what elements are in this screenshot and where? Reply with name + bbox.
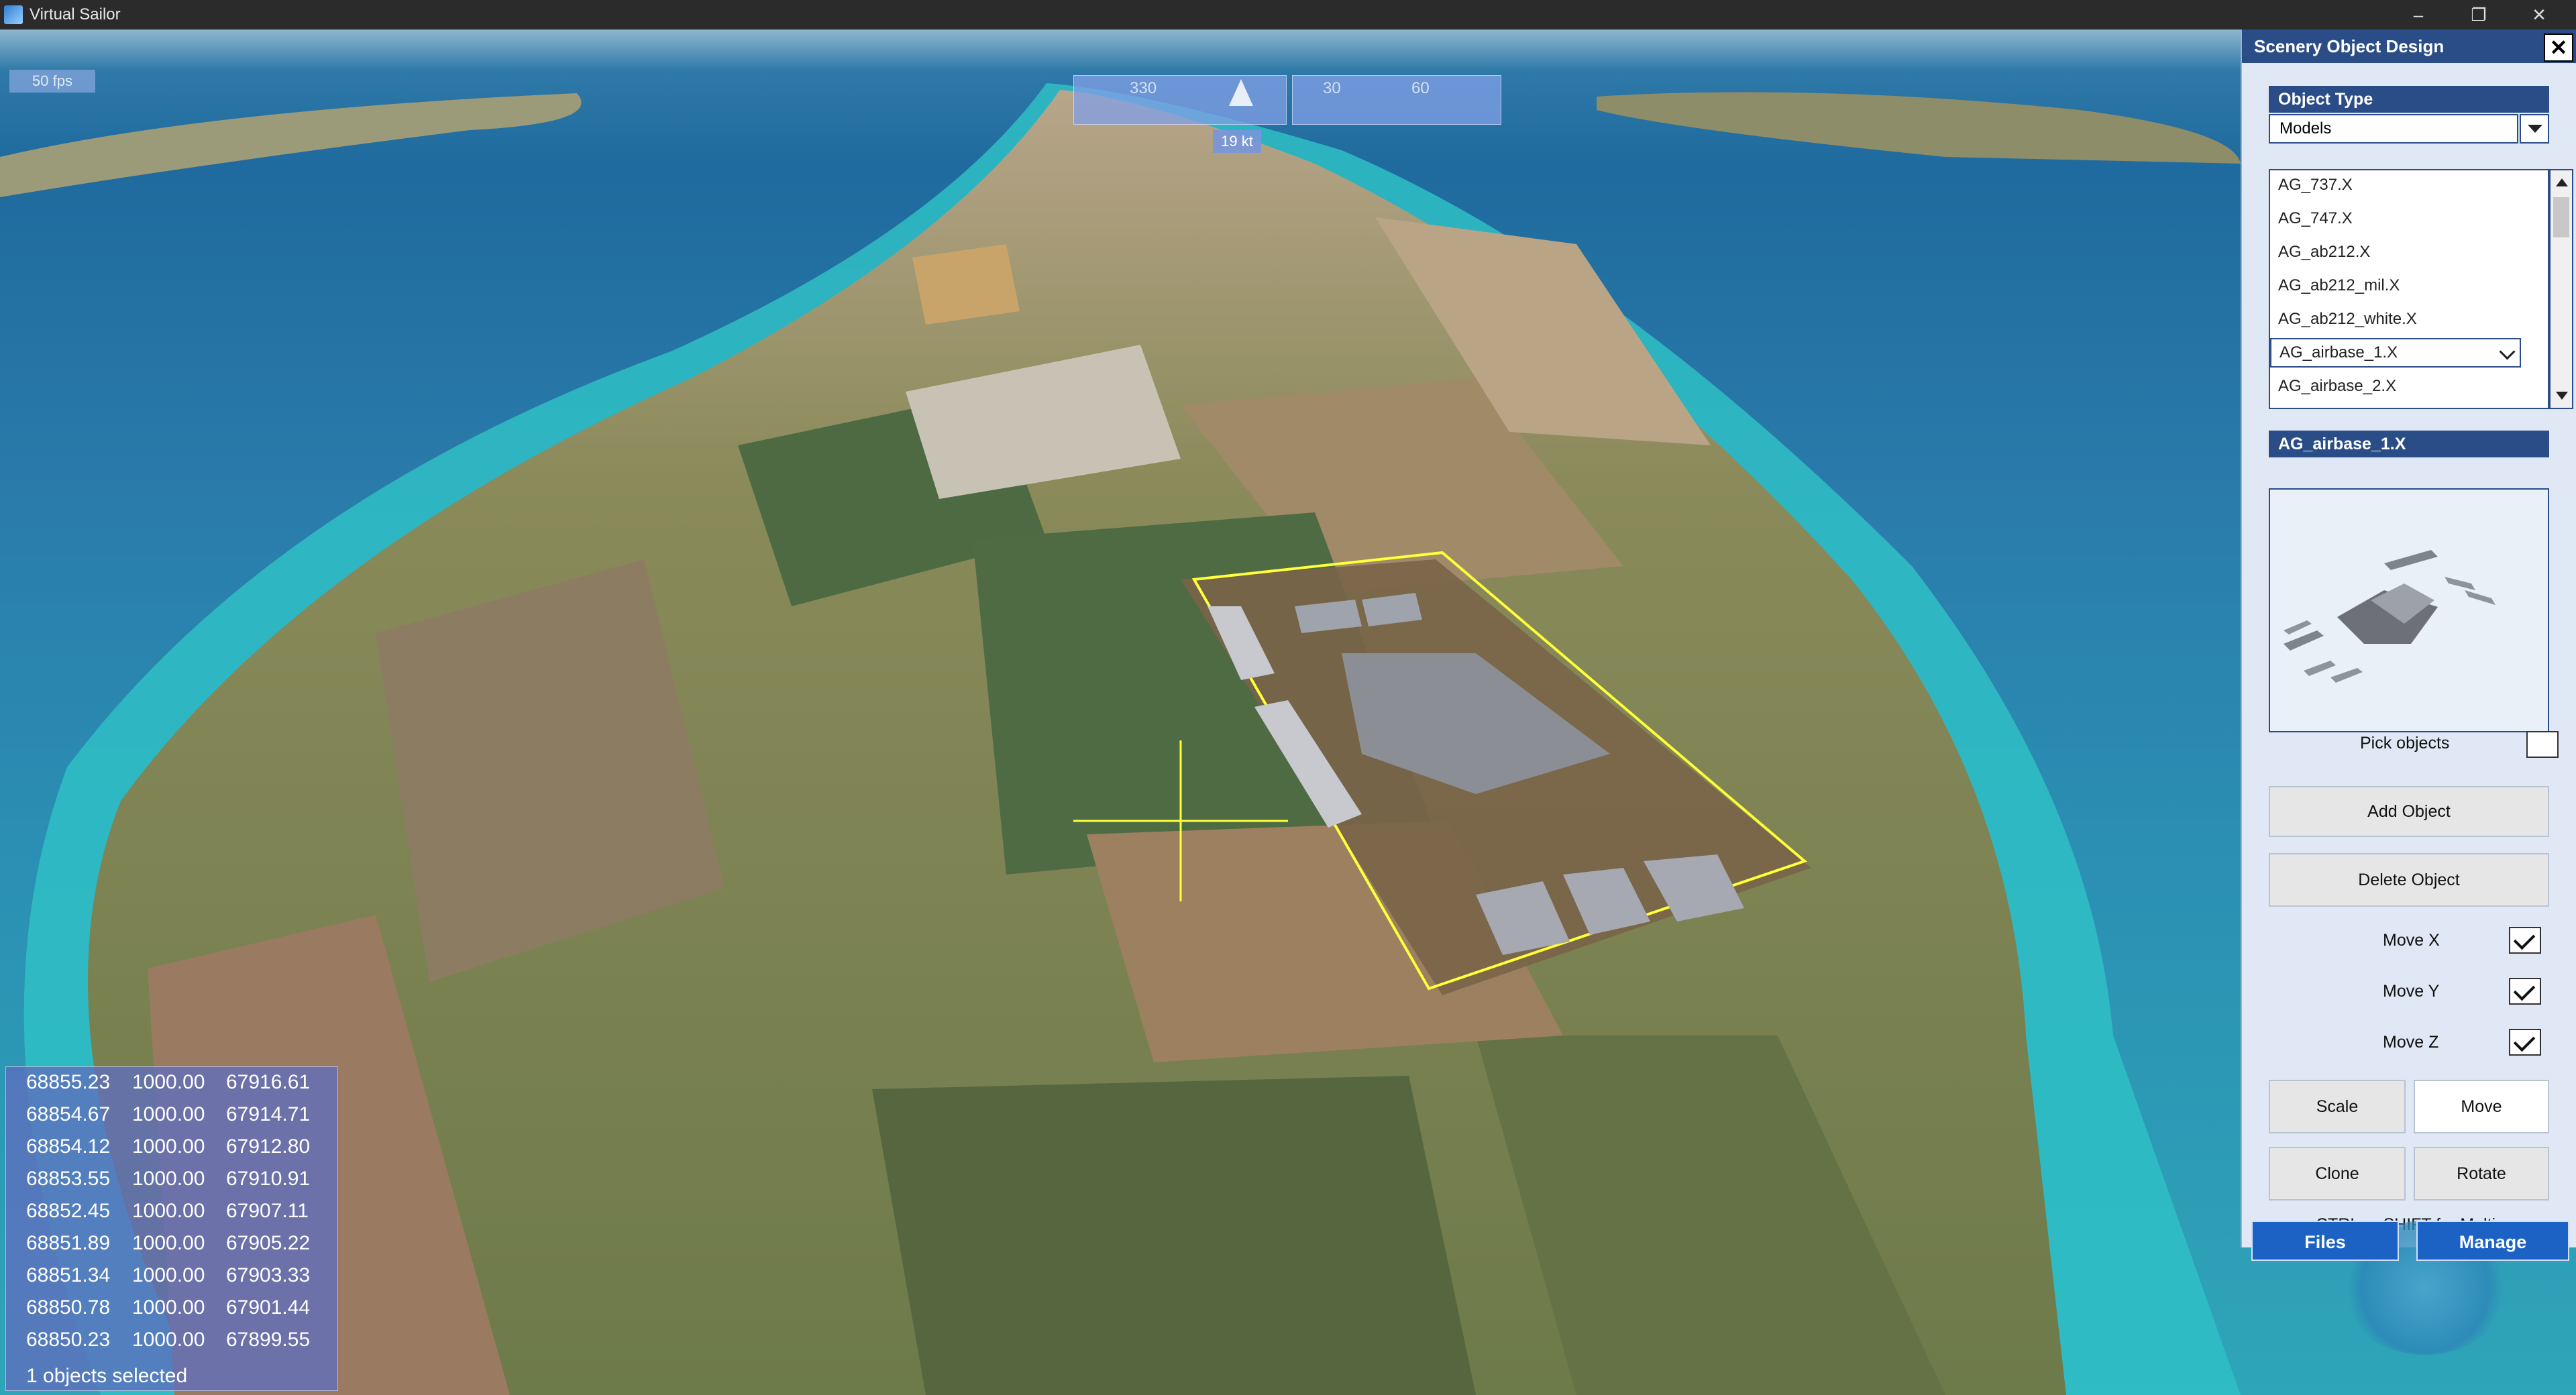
move-x-checkbox[interactable] bbox=[2509, 927, 2541, 954]
coords-row: 68851.89 1000.00 67905.22 bbox=[26, 1232, 311, 1254]
app-icon bbox=[4, 5, 23, 24]
delete-object-button[interactable]: Delete Object bbox=[2269, 853, 2549, 907]
move-z-checkbox[interactable] bbox=[2509, 1029, 2541, 1056]
heading-pointer-icon bbox=[1229, 79, 1253, 106]
scale-button[interactable]: Scale bbox=[2269, 1080, 2406, 1133]
panel-title: Scenery Object Design bbox=[2254, 36, 2445, 56]
list-item-selected[interactable]: AG_airbase_1.X bbox=[2270, 338, 2521, 368]
move-y-label: Move Y bbox=[2383, 982, 2440, 1001]
close-panel-button[interactable]: ✕ bbox=[2544, 34, 2573, 62]
chevron-down-icon bbox=[2499, 343, 2516, 360]
preview-heading: AG_airbase_1.X bbox=[2269, 431, 2549, 457]
heading-label: 60 bbox=[1411, 79, 1430, 97]
speed-indicator: 19 kt bbox=[1213, 130, 1261, 153]
scroll-thumb[interactable] bbox=[2553, 197, 2569, 237]
move-x-label: Move X bbox=[2383, 931, 2440, 950]
list-item[interactable]: AG_airbase_2.X bbox=[2278, 377, 2396, 396]
pick-objects-label: Pick objects bbox=[2360, 734, 2450, 752]
list-item[interactable]: AG_ab212_white.X bbox=[2278, 310, 2417, 329]
coords-row: 68850.23 1000.00 67899.55 bbox=[26, 1329, 311, 1351]
tab-manage[interactable]: Manage bbox=[2416, 1221, 2569, 1261]
list-scrollbar[interactable] bbox=[2549, 169, 2573, 409]
scroll-up-icon[interactable] bbox=[2556, 178, 2568, 186]
scroll-down-icon[interactable] bbox=[2556, 392, 2568, 400]
terrain-view bbox=[0, 83, 2241, 1395]
heading-label: 330 bbox=[1130, 79, 1157, 97]
selection-status: 1 objects selected bbox=[26, 1365, 188, 1387]
tab-files[interactable]: Files bbox=[2251, 1221, 2399, 1261]
object-type-select[interactable]: Models bbox=[2269, 114, 2518, 144]
move-y-checkbox[interactable] bbox=[2509, 978, 2541, 1005]
move-z-label: Move Z bbox=[2383, 1033, 2439, 1052]
move-button[interactable]: Move bbox=[2414, 1080, 2549, 1133]
scene-viewport[interactable]: 50 fps 330 30 60 19 kt bbox=[0, 30, 2576, 1395]
coords-row: 68854.12 1000.00 67912.80 bbox=[26, 1135, 311, 1158]
rotate-button[interactable]: Rotate bbox=[2414, 1147, 2549, 1201]
coords-row: 68854.67 1000.00 67914.71 bbox=[26, 1103, 311, 1125]
close-window-button[interactable]: ✕ bbox=[2509, 0, 2569, 30]
panel-header: Scenery Object Design ✕ bbox=[2242, 30, 2576, 63]
heading-label: 30 bbox=[1323, 79, 1341, 97]
scenery-object-design-panel: Scenery Object Design ✕ Object Type Mode… bbox=[2241, 30, 2576, 1247]
window-title: Virtual Sailor bbox=[30, 5, 121, 23]
list-item-label: AG_airbase_1.X bbox=[2279, 343, 2398, 361]
window-titlebar: Virtual Sailor – ❐ ✕ bbox=[0, 0, 2576, 30]
coords-row: 68852.45 1000.00 67907.11 bbox=[26, 1200, 309, 1222]
list-item[interactable]: AG_ab212_mil.X bbox=[2278, 276, 2400, 295]
coords-row: 68850.78 1000.00 67901.44 bbox=[26, 1296, 311, 1319]
restore-button[interactable]: ❐ bbox=[2449, 0, 2509, 30]
coords-row: 68853.55 1000.00 67910.91 bbox=[26, 1168, 311, 1190]
list-item[interactable]: AG_737.X bbox=[2278, 176, 2353, 194]
object-list[interactable]: AG_737.X AG_747.X AG_ab212.X AG_ab212_mi… bbox=[2269, 169, 2549, 409]
model-preview bbox=[2269, 488, 2549, 732]
fps-indicator: 50 fps bbox=[9, 70, 95, 93]
list-item[interactable]: AG_ab212.X bbox=[2278, 243, 2370, 262]
coordinates-panel: 68855.23 1000.00 67916.61 68854.67 1000.00 6… bbox=[5, 1066, 338, 1391]
heading-tape: 330 30 60 bbox=[1073, 75, 1503, 126]
minimize-button[interactable]: – bbox=[2388, 0, 2449, 30]
object-type-heading: Object Type bbox=[2269, 86, 2549, 113]
airbase-model-preview bbox=[2284, 550, 2496, 683]
add-object-button[interactable]: Add Object bbox=[2269, 786, 2549, 837]
coords-row: 68851.34 1000.00 67903.33 bbox=[26, 1264, 311, 1286]
clone-button[interactable]: Clone bbox=[2269, 1147, 2406, 1201]
dropdown-arrow-icon[interactable] bbox=[2520, 114, 2549, 144]
coords-row: 68855.23 1000.00 67916.61 bbox=[26, 1071, 311, 1093]
pick-objects-checkbox[interactable] bbox=[2526, 731, 2559, 758]
list-item[interactable]: AG_747.X bbox=[2278, 209, 2353, 228]
